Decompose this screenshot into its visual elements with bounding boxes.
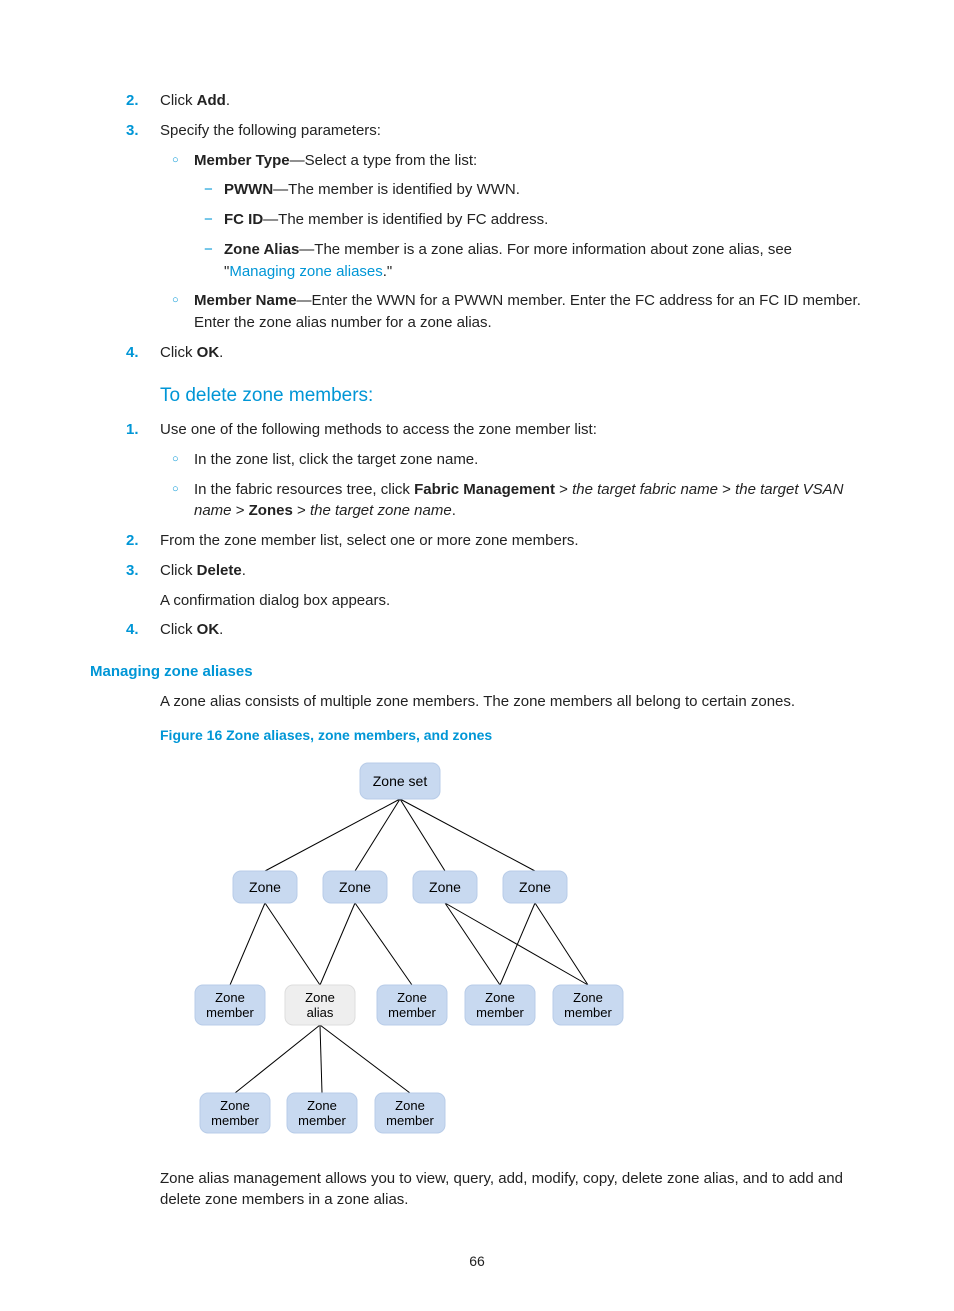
link-managing-zone-aliases[interactable]: Managing zone aliases <box>229 263 382 280</box>
list-item: PWWN—The member is identified by WWN. <box>224 179 864 201</box>
step-3: 3. Click Delete. A confirmation dialog b… <box>160 560 864 612</box>
step-4: 4. Click OK. <box>160 619 864 641</box>
step-4: 4. Click OK. <box>160 342 864 364</box>
step-number: 3. <box>126 120 139 142</box>
svg-text:member: member <box>564 1005 612 1020</box>
sub-list: Member Type—Select a type from the list:… <box>160 150 864 334</box>
svg-text:member: member <box>211 1113 259 1128</box>
step-1: 1. Use one of the following methods to a… <box>160 419 864 522</box>
figure-caption: Figure 16 Zone aliases, zone members, an… <box>160 725 864 745</box>
figure-diagram: Zone set Zone Zone Zone Zone Zone member… <box>160 753 864 1160</box>
list-item: Member Type—Select a type from the list:… <box>194 150 864 283</box>
heading-managing-zone-aliases: Managing zone aliases <box>90 661 864 683</box>
list-item: Zone Alias—The member is a zone alias. F… <box>224 239 864 283</box>
list-item: In the zone list, click the target zone … <box>194 449 864 471</box>
svg-text:Zone: Zone <box>215 990 245 1005</box>
step-2: 2. From the zone member list, select one… <box>160 530 864 552</box>
node-zone: Zone <box>339 879 371 895</box>
step-text: Click Add. <box>160 92 230 109</box>
svg-text:member: member <box>476 1005 524 1020</box>
step-text: Specify the following parameters: <box>160 122 381 139</box>
svg-text:Zone: Zone <box>220 1098 250 1113</box>
step-text: Click OK. <box>160 621 223 638</box>
paragraph: A zone alias consists of multiple zone m… <box>160 691 864 713</box>
svg-text:Zone: Zone <box>485 990 515 1005</box>
svg-text:Zone: Zone <box>397 990 427 1005</box>
step-number: 3. <box>126 560 139 582</box>
svg-text:member: member <box>298 1113 346 1128</box>
step-3: 3. Specify the following parameters: Mem… <box>160 120 864 334</box>
step-2: 2. Click Add. <box>160 90 864 112</box>
step-text: Click Delete. <box>160 562 246 579</box>
step-number: 4. <box>126 619 139 641</box>
step-text: Click OK. <box>160 344 223 361</box>
ordered-list-add-members: 2. Click Add. 3. Specify the following p… <box>90 90 864 364</box>
list-item: Member Name—Enter the WWN for a PWWN mem… <box>194 290 864 334</box>
step-number: 2. <box>126 530 139 552</box>
heading-delete-zone-members: To delete zone members: <box>160 382 864 410</box>
sub-list: In the zone list, click the target zone … <box>160 449 864 522</box>
page-number: 66 <box>90 1251 864 1271</box>
node-zone: Zone <box>429 879 461 895</box>
svg-text:Zone: Zone <box>307 1098 337 1113</box>
svg-text:member: member <box>388 1005 436 1020</box>
paragraph: Zone alias management allows you to view… <box>160 1168 864 1212</box>
list-item: In the fabric resources tree, click Fabr… <box>194 479 864 523</box>
node-zone: Zone <box>519 879 551 895</box>
step-number: 4. <box>126 342 139 364</box>
svg-text:Zone: Zone <box>395 1098 425 1113</box>
step-number: 1. <box>126 419 139 441</box>
ordered-list-delete-members: 1. Use one of the following methods to a… <box>90 419 864 641</box>
step-number: 2. <box>126 90 139 112</box>
step-text: From the zone member list, select one or… <box>160 532 579 549</box>
list-item: FC ID—The member is identified by FC add… <box>224 209 864 231</box>
svg-text:member: member <box>206 1005 254 1020</box>
svg-text:Zone: Zone <box>573 990 603 1005</box>
svg-text:Zone: Zone <box>305 990 335 1005</box>
node-zone: Zone <box>249 879 281 895</box>
node-zone-set: Zone set <box>373 773 428 789</box>
svg-text:alias: alias <box>307 1005 334 1020</box>
svg-text:member: member <box>386 1113 434 1128</box>
step-subtext: A confirmation dialog box appears. <box>160 590 864 612</box>
dash-list: PWWN—The member is identified by WWN. FC… <box>194 179 864 282</box>
step-text: Use one of the following methods to acce… <box>160 421 597 438</box>
